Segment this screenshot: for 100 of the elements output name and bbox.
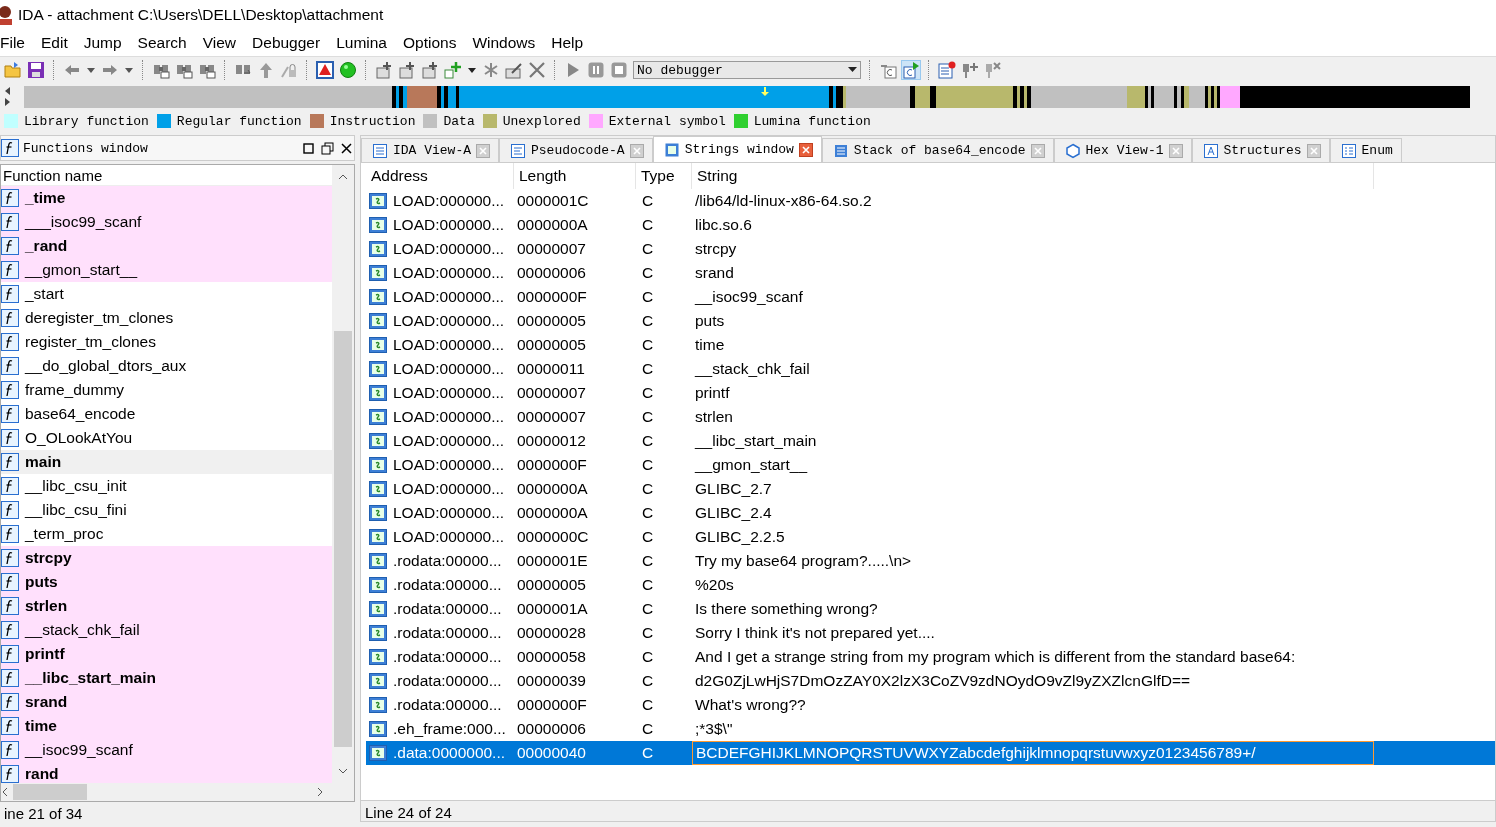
function-item[interactable]: puts [1,570,332,594]
up-arrow-icon[interactable] [257,61,275,79]
table-row[interactable]: .rodata:00000... 00000005 C %20s [366,573,1495,597]
close-icon[interactable] [339,140,354,156]
function-item[interactable]: __stack_chk_fail [1,618,332,642]
table-row[interactable]: .rodata:00000... 00000039 C d2G0ZjLwHjS7DmOzZAY0X2lzX3CoZV9zdNOydO9vZl9yZXZlcnGlfD== [366,669,1495,693]
scroll-up-icon[interactable] [338,173,348,181]
tab[interactable]: IDA View-A [361,138,499,162]
scroll-left-icon[interactable] [1,787,9,797]
table-row[interactable]: LOAD:000000... 0000000F C __gmon_start__ [366,453,1495,477]
save-icon[interactable] [27,61,45,79]
function-item[interactable]: _term_proc [1,522,332,546]
vertical-scrollbar[interactable] [332,165,354,783]
table-row[interactable]: LOAD:000000... 0000000A C GLIBC_2.4 [366,501,1495,525]
menu-item[interactable]: Windows [472,34,536,52]
function-item[interactable]: __libc_csu_init [1,474,332,498]
function-item[interactable]: __libc_start_main [1,666,332,690]
tab[interactable]: Strings window [652,136,822,162]
warning-icon[interactable] [316,61,334,79]
function-item[interactable]: printf [1,642,332,666]
pause-icon[interactable] [587,61,605,79]
restore-icon[interactable] [320,140,335,156]
function-item[interactable]: strlen [1,594,332,618]
pin-plus-icon[interactable] [961,61,979,79]
table-row[interactable]: LOAD:000000... 0000000F C __isoc99_scanf [366,285,1495,309]
function-item[interactable]: _rand [1,234,332,258]
table-row[interactable]: .rodata:00000... 00000058 C And I get a strange string from my program which is different from the standard base64: [366,645,1495,669]
add-icon[interactable] [375,61,393,79]
column-header[interactable]: Address [366,163,514,189]
menu-item[interactable]: Help [551,34,584,52]
breakpoint-list-icon[interactable] [938,61,956,79]
function-item[interactable]: __do_global_dtors_aux [1,354,332,378]
table-row[interactable]: LOAD:000000... 00000007 C strlen [366,405,1495,429]
menu-item[interactable]: File [0,34,25,52]
function-item[interactable]: _time [1,186,332,210]
table-row[interactable]: LOAD:000000... 0000001C C /lib64/ld-linux-x86-64.so.2 [366,189,1495,213]
table-row[interactable]: LOAD:000000... 0000000A C libc.so.6 [366,213,1495,237]
function-item[interactable]: __libc_csu_fini [1,498,332,522]
function-item[interactable]: deregister_tm_clones [1,306,332,330]
column-header[interactable]: Length [514,163,636,189]
menu-item[interactable]: Debugger [252,34,321,52]
function-item[interactable]: __gmon_start__ [1,258,332,282]
menu-item[interactable]: Jump [83,34,122,52]
function-item[interactable]: _start [1,282,332,306]
caret-icon[interactable] [86,65,96,75]
menu-item[interactable]: Lumina [336,34,387,52]
table-row[interactable]: LOAD:000000... 00000005 C puts [366,309,1495,333]
function-item[interactable]: base64_encode [1,402,332,426]
scroll-down-icon[interactable] [338,767,348,775]
function-item[interactable]: __isoc99_scanf [1,738,332,762]
tab[interactable]: Structures [1191,138,1330,162]
caret-icon[interactable] [467,65,477,75]
tab[interactable]: Hex View-1 [1053,138,1192,162]
table-row[interactable]: LOAD:000000... 0000000C C GLIBC_2.2.5 [366,525,1495,549]
function-item[interactable]: register_tm_clones [1,330,332,354]
maximize-icon[interactable] [301,140,316,156]
horizontal-scrollbar[interactable] [1,783,354,801]
function-item[interactable]: main [1,450,332,474]
table-row[interactable]: LOAD:000000... 00000007 C printf [366,381,1495,405]
scroll-right-icon[interactable] [316,787,324,797]
table-row[interactable]: .data:0000000... 00000040 C BCDEFGHIJKLMNOPQRSTUVWXYZabcdefghijklmnopqrstuvwxyz0123456789+/ [366,741,1495,765]
function-item[interactable]: strcpy [1,546,332,570]
pin-cross-icon[interactable] [984,61,1002,79]
table-row[interactable]: LOAD:000000... 00000005 C time [366,333,1495,357]
table-row[interactable]: .rodata:00000... 0000000F C What's wrong?? [366,693,1495,717]
function-item[interactable]: O_OLookAtYou [1,426,332,450]
table-row[interactable]: .rodata:00000... 0000001A C Is there something wrong? [366,597,1495,621]
column-header[interactable]: Type [636,163,692,189]
function-item[interactable]: srand [1,690,332,714]
menu-item[interactable]: Options [403,34,457,52]
function-item[interactable]: ___isoc99_scanf [1,210,332,234]
tab[interactable]: Enum [1329,138,1402,162]
table-row[interactable]: LOAD:000000... 00000012 C __libc_start_main [366,429,1495,453]
table-row[interactable]: LOAD:000000... 00000011 C __stack_chk_fail [366,357,1495,381]
table-row[interactable]: LOAD:000000... 00000006 C srand [366,261,1495,285]
column-header[interactable]: String [692,163,1374,189]
menu-item[interactable]: Search [137,34,187,52]
table-row[interactable]: LOAD:000000... 00000007 C strcpy [366,237,1495,261]
caret-icon[interactable] [124,65,134,75]
debugger-select[interactable]: No debugger [633,61,861,79]
edit-icon[interactable] [505,61,523,79]
menu-item[interactable]: View [202,34,237,52]
stop-icon[interactable] [610,61,628,79]
table-row[interactable]: .eh_frame:000... 00000006 C ;*3$\" [366,717,1495,741]
table-row[interactable]: .rodata:00000... 0000001E C Try my base64 program?.....\n> [366,549,1495,573]
menu-item[interactable]: Edit [41,34,68,52]
delete-icon[interactable] [528,61,546,79]
add-icon[interactable] [398,61,416,79]
add-icon[interactable] [444,61,462,79]
open-folder-icon[interactable] [4,61,22,79]
sphere-icon[interactable] [339,61,357,79]
function-item[interactable]: rand [1,762,332,783]
tab[interactable]: Pseudocode-A [499,138,653,162]
function-item[interactable]: frame_dummy [1,378,332,402]
table-row[interactable]: .rodata:00000... 00000028 C Sorry I think it's not prepared yet.... [366,621,1495,645]
add-icon[interactable] [421,61,439,79]
asterisk-icon[interactable] [482,61,500,79]
function-item[interactable]: time [1,714,332,738]
table-row[interactable]: LOAD:000000... 0000000A C GLIBC_2.7 [366,477,1495,501]
tab[interactable]: Stack of base64_encode [821,138,1054,162]
